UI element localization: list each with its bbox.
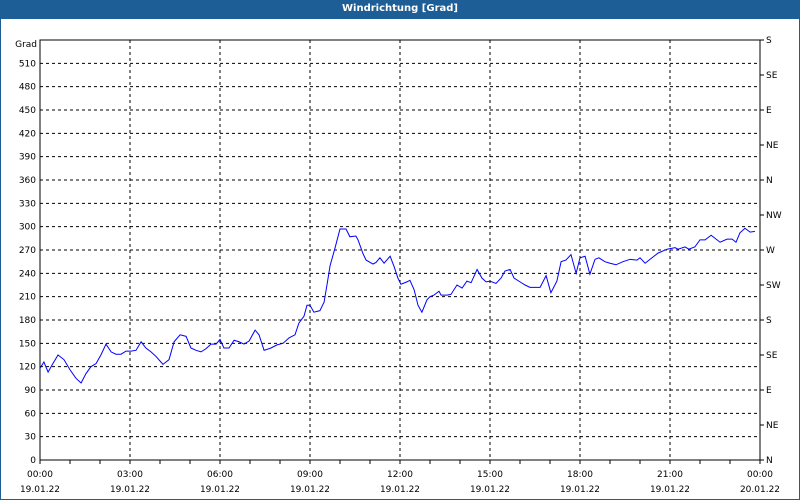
y-tick-label: 60 <box>25 409 37 419</box>
y-tick-label: 240 <box>19 269 36 279</box>
right-axis-label: N <box>766 176 773 186</box>
y-tick-label: 390 <box>19 153 36 163</box>
y-tick-label: 300 <box>19 223 36 233</box>
x-tick-date: 19.01.22 <box>200 485 240 495</box>
x-tick-date: 19.01.22 <box>110 485 150 495</box>
x-tick-date: 19.01.22 <box>650 485 690 495</box>
right-axis-label: NE <box>766 141 779 151</box>
y-tick-label: 360 <box>19 176 36 186</box>
right-axis-label: NE <box>766 421 779 431</box>
y-tick-label: 480 <box>19 83 36 93</box>
x-tick-time: 00:00 <box>747 470 773 480</box>
x-tick-date: 19.01.22 <box>20 485 60 495</box>
x-tick-time: 00:00 <box>27 470 53 480</box>
x-tick-time: 15:00 <box>477 470 503 480</box>
right-axis-label: SE <box>766 71 778 81</box>
x-tick-date: 19.01.22 <box>290 485 330 495</box>
x-tick-date: 19.01.22 <box>560 485 600 495</box>
right-axis-label: S <box>766 36 772 46</box>
y-tick-label: 270 <box>19 246 36 256</box>
right-axis-label: E <box>766 386 772 396</box>
y-tick-label: 180 <box>19 316 36 326</box>
y-tick-label: 450 <box>19 106 36 116</box>
right-axis-label: SE <box>766 351 778 361</box>
y-axis-label: Grad <box>15 40 37 50</box>
y-tick-label: 90 <box>25 386 37 396</box>
y-tick-label: 150 <box>19 339 36 349</box>
wind-direction-chart: 0 30 60 90 120 150 180 210 240 270 300 330 360 390 420… <box>15 36 782 495</box>
x-tick-date: 19.01.22 <box>470 485 510 495</box>
x-tick-time: 21:00 <box>657 470 683 480</box>
right-axis-label: SW <box>766 281 781 291</box>
y-tick-label: 210 <box>19 293 36 303</box>
y-tick-label: 330 <box>19 199 36 209</box>
x-tick-time: 06:00 <box>207 470 233 480</box>
x-tick-time: 03:00 <box>117 470 143 480</box>
x-tick-time: 18:00 <box>567 470 593 480</box>
y-tick-label: 510 <box>19 59 36 69</box>
x-tick-time: 09:00 <box>297 470 323 480</box>
right-axis-label: E <box>766 106 772 116</box>
x-tick-date: 20.01.22 <box>740 485 780 495</box>
x-tick-time: 12:00 <box>387 470 413 480</box>
right-axis-label: N <box>766 456 773 466</box>
x-tick-date: 19.01.22 <box>380 485 420 495</box>
right-axis-label: S <box>766 316 772 326</box>
y-tick-label: 420 <box>19 129 36 139</box>
right-axis-label: NW <box>766 211 782 221</box>
y-tick-label: 0 <box>30 456 36 466</box>
right-axis-label: W <box>766 246 775 256</box>
y-tick-label: 30 <box>25 433 37 443</box>
series-line <box>39 227 755 384</box>
y-tick-label: 120 <box>19 363 36 373</box>
